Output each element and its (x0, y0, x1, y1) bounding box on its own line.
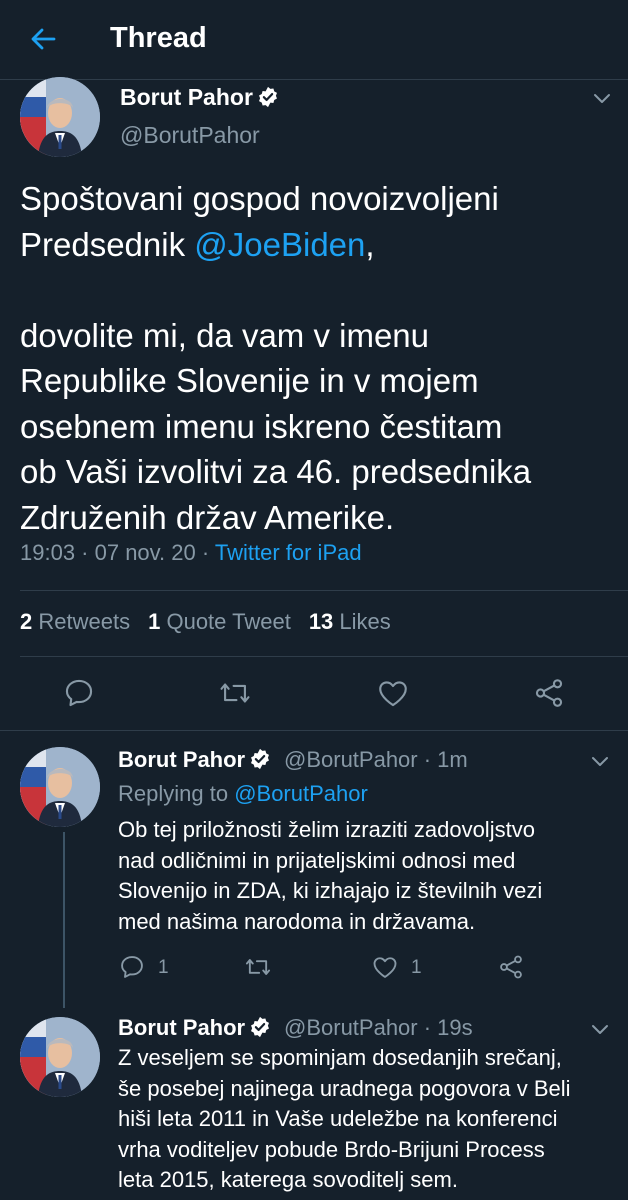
verified-badge-icon (249, 1016, 271, 1044)
author-name[interactable]: Borut Pahor (120, 84, 279, 114)
author-handle-time[interactable]: @BorutPahor · 1m (284, 747, 468, 773)
author-name-text: Borut Pahor (118, 1015, 246, 1040)
chevron-down-icon[interactable] (588, 1017, 612, 1041)
tweet-line: dovolite mi, da vam v imenu (20, 316, 430, 354)
likes-stat[interactable]: 13 Likes (309, 609, 391, 634)
reply-line: leta 2015, katerega sovoditelj sem. (118, 1167, 458, 1192)
reply-line: Ob tej priložnosti želim izraziti zadovo… (118, 817, 535, 842)
avatar[interactable] (20, 1017, 100, 1097)
page-title: Thread (110, 22, 207, 54)
thread-connector-line (63, 832, 65, 1008)
timestamp: 19:03 · 07 nov. 20 · (20, 540, 215, 565)
reply-line: vrha voditeljev pobude Brdo-Brijuni Proc… (118, 1136, 545, 1162)
reply-icon[interactable] (118, 953, 146, 981)
reply-line: še posebej najinega uradnega pogovora v … (118, 1075, 571, 1101)
back-arrow-icon[interactable] (26, 22, 60, 56)
like-icon[interactable] (371, 953, 399, 981)
mention-link[interactable]: @JoeBiden (194, 226, 365, 263)
likes-count: 13 (308, 609, 334, 634)
retweets-stat[interactable]: 2 Retweets (20, 609, 130, 634)
reply-text: Ob tej priložnosti želim izraziti zadovo… (118, 815, 618, 937)
reply-line: Slovenijo in ZDA, ki izhajajo iz številn… (118, 878, 543, 903)
tweet-line-text: Predsednik (20, 225, 195, 263)
quotes-count: 1 (148, 609, 161, 634)
verified-badge-icon (249, 748, 271, 776)
replying-label: Replying to (118, 781, 235, 806)
retweet-icon[interactable] (244, 953, 272, 981)
avatar[interactable] (20, 77, 100, 157)
like-count: 1 (411, 957, 422, 978)
author-handle[interactable]: @BorutPahor (120, 122, 260, 149)
tweet-line: Republike Slovenije in v mojem (20, 362, 479, 399)
tweet-line: osebnem imenu iskreno čestitam (20, 407, 503, 445)
tweet-line: Spoštovani gospod novoizvoljeni (20, 180, 499, 217)
author-name-text: Borut Pahor (118, 747, 246, 772)
replying-to: Replying to @BorutPahor (118, 781, 368, 807)
tweet-line-text: , (365, 225, 375, 263)
tweet-line: Združenih držav Amerike. (20, 498, 395, 536)
retweet-icon[interactable] (218, 676, 252, 710)
top-bar: Thread (0, 0, 628, 80)
reply-line: Z veseljem se spominjam dosedanjih sreča… (118, 1045, 562, 1070)
like-icon[interactable] (376, 676, 410, 710)
chevron-down-icon[interactable] (590, 86, 614, 110)
avatar[interactable] (20, 747, 100, 827)
retweets-label: Retweets (38, 609, 131, 634)
retweets-count: 2 (20, 609, 33, 634)
chevron-down-icon[interactable] (588, 749, 612, 773)
replying-handle-link[interactable]: @BorutPahor (234, 781, 368, 806)
share-icon[interactable] (497, 953, 525, 981)
tweet-meta: 19:03 · 07 nov. 20 · Twitter for iPad (20, 540, 362, 566)
share-icon[interactable] (532, 676, 566, 710)
reply-count: 1 (158, 957, 169, 978)
reply-text: Z veseljem se spominjam dosedanjih sreča… (118, 1043, 618, 1196)
source-link[interactable]: Twitter for iPad (215, 540, 362, 565)
tweet-text: Spoštovani gospod novoizvoljeni Predsedn… (20, 176, 620, 540)
author-handle-time[interactable]: @BorutPahor · 19s (284, 1015, 473, 1041)
reply-icon[interactable] (62, 676, 96, 710)
divider (20, 656, 628, 657)
verified-badge-icon (257, 86, 279, 114)
reply-line: med našima narodoma in državama. (118, 908, 476, 934)
reply-line: nad odličnimi in prijateljskimi odnosi m… (118, 847, 516, 873)
quotes-stat[interactable]: 1 Quote Tweet (148, 609, 291, 634)
author-name[interactable]: Borut Pahor (118, 1015, 271, 1044)
reply-line: hiši leta 2011 in Vaše udeležbe na konfe… (118, 1106, 558, 1131)
tweet-line: Predsednik @JoeBiden, (20, 222, 620, 268)
author-name[interactable]: Borut Pahor (118, 747, 271, 776)
tweet-line: ob Vaši izvolitvi za 46. predsednika (20, 453, 532, 490)
tweet-stats: 2 Retweets 1 Quote Tweet 13 Likes (20, 609, 391, 635)
likes-label: Likes (339, 609, 391, 634)
quotes-label: Quote Tweet (166, 609, 291, 634)
divider (20, 590, 628, 591)
divider (0, 730, 628, 731)
